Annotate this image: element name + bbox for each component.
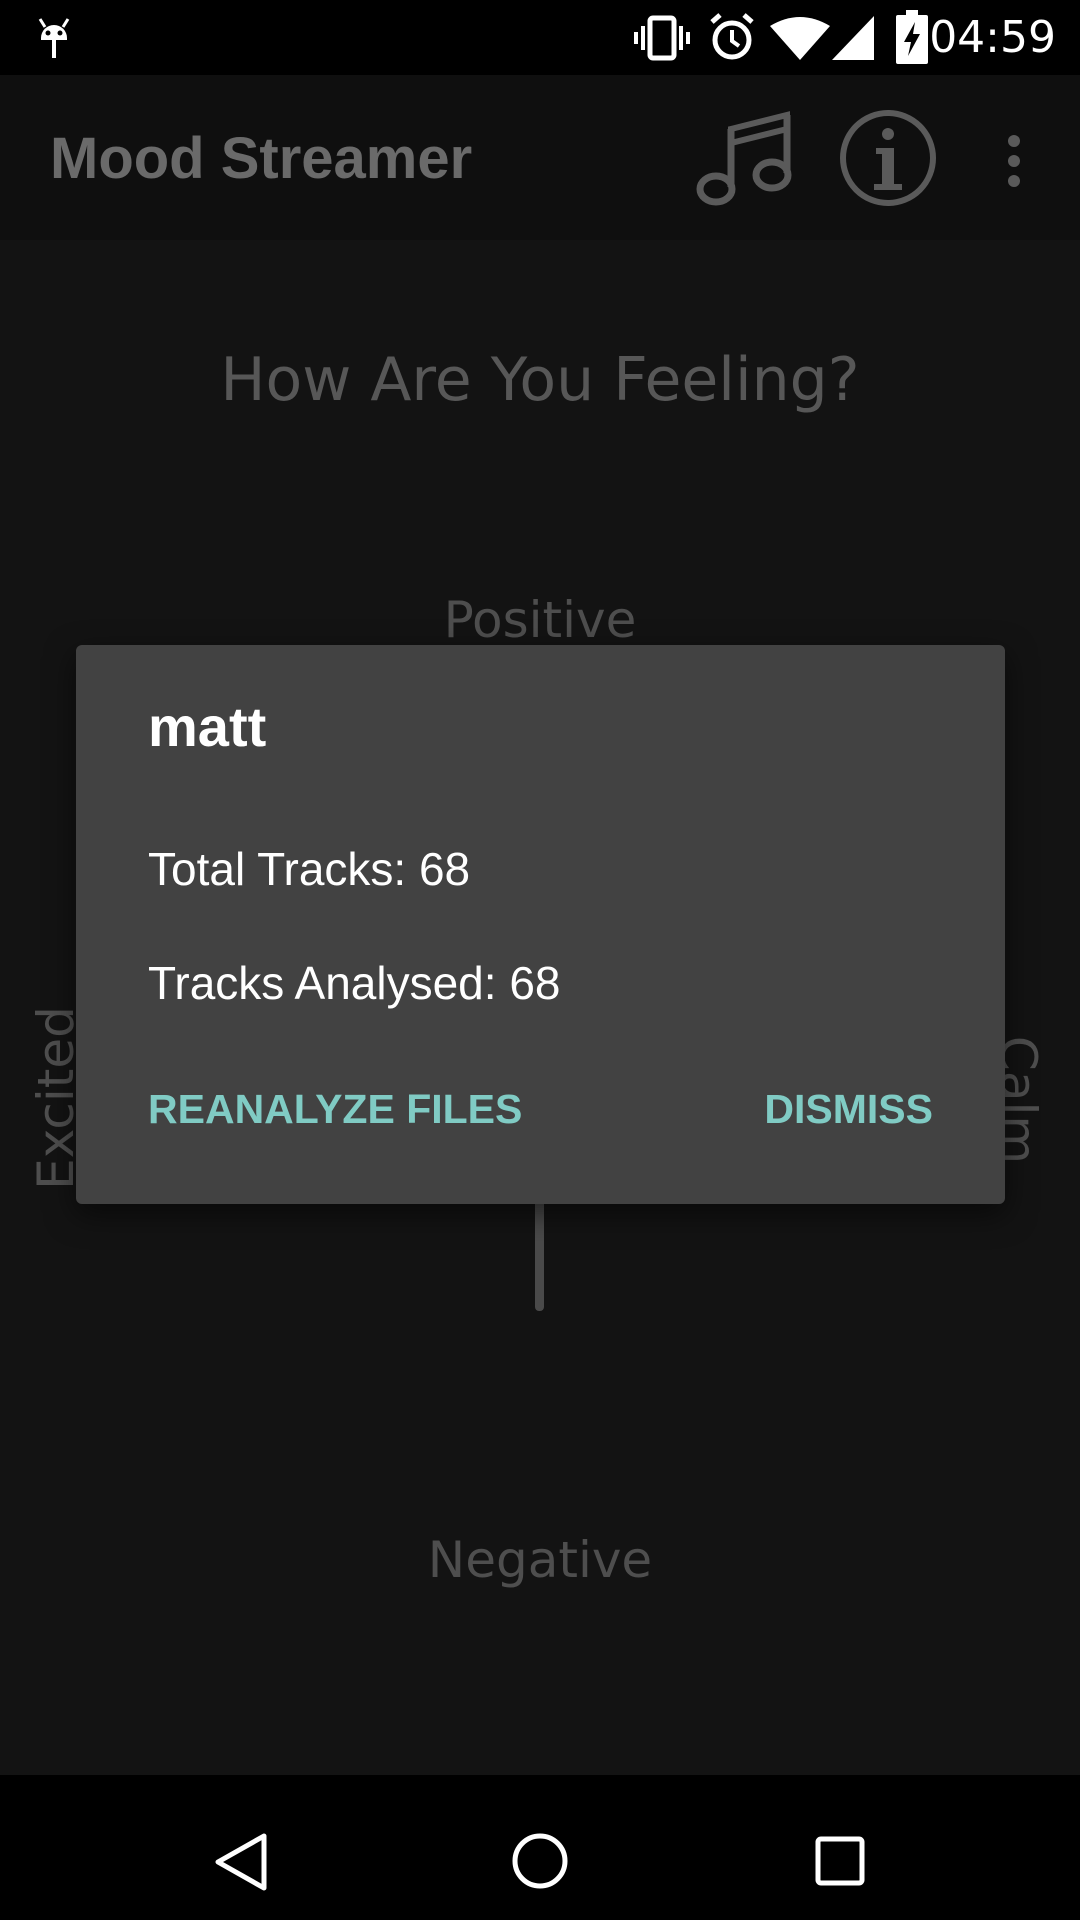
back-icon[interactable]: [213, 1832, 269, 1892]
overflow-menu-icon[interactable]: [1003, 134, 1025, 188]
battery-charging-icon: [896, 10, 928, 64]
wifi-icon: [770, 17, 830, 60]
app-title: Mood Streamer: [50, 126, 473, 191]
android-debug-icon: [38, 18, 70, 58]
axis-label-negative: Negative: [427, 1531, 653, 1589]
reanalyze-files-button[interactable]: REANALYZE FILES: [148, 1083, 522, 1135]
total-tracks-text: Total Tracks: 68: [148, 843, 471, 895]
vibrate-icon: [634, 15, 690, 61]
library-stats-dialog: matt Total Tracks: 68 Tracks Analysed: 6…: [76, 645, 1005, 1204]
axis-label-positive: Positive: [443, 591, 637, 649]
home-icon[interactable]: [511, 1832, 569, 1890]
alarm-icon: [710, 13, 754, 60]
navigation-bar: [0, 1775, 1080, 1920]
info-icon[interactable]: [838, 108, 938, 208]
app-bar: Mood Streamer: [0, 75, 1080, 240]
music-note-icon[interactable]: [694, 111, 794, 211]
mood-question-heading: How Are You Feeling?: [220, 345, 860, 415]
tracks-analysed-text: Tracks Analysed: 68: [148, 957, 561, 1009]
recents-icon[interactable]: [815, 1836, 865, 1886]
status-bar: 04:59: [0, 0, 1080, 75]
status-clock: 04:59: [929, 12, 1056, 63]
dismiss-button[interactable]: DISMISS: [764, 1083, 933, 1135]
dialog-title: matt: [148, 695, 267, 758]
cell-signal-icon: [832, 16, 874, 60]
vertical-axis-line: [535, 1200, 544, 1311]
